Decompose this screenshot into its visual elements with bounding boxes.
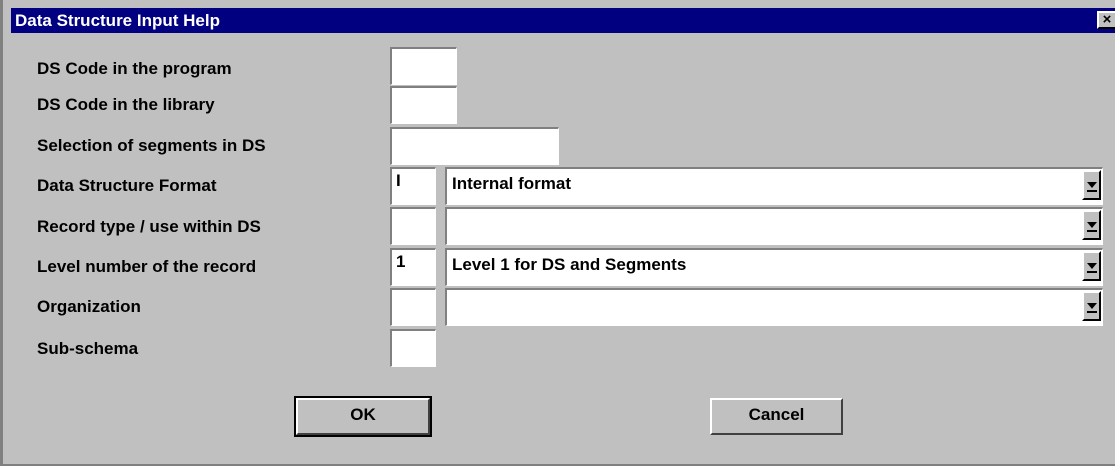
chevron-down-icon[interactable]: [1082, 210, 1101, 240]
sub-schema-label: Sub-schema: [37, 339, 139, 358]
level-number-code-input[interactable]: 1: [389, 247, 437, 287]
level-number-dropdown[interactable]: Level 1 for DS and Segments: [445, 248, 1103, 286]
chevron-down-icon[interactable]: [1082, 251, 1101, 281]
segment-selection-label: Selection of segments in DS: [37, 136, 266, 155]
chevron-down-icon[interactable]: [1082, 291, 1101, 321]
segment-selection-input[interactable]: [389, 126, 560, 166]
title-bar[interactable]: Data Structure Input Help ×: [11, 8, 1115, 33]
dialog-window: Data Structure Input Help × DS Code in t…: [0, 0, 1115, 466]
organization-dropdown[interactable]: [445, 288, 1103, 326]
organization-code-input[interactable]: [389, 287, 437, 327]
record-type-dropdown[interactable]: [445, 207, 1103, 245]
chevron-down-icon[interactable]: [1082, 170, 1101, 200]
organization-label: Organization: [37, 297, 141, 316]
ds-format-label: Data Structure Format: [37, 176, 217, 195]
level-number-selected: Level 1 for DS and Segments: [452, 255, 687, 274]
ds-format-selected: Internal format: [452, 174, 572, 193]
level-number-label: Level number of the record: [37, 257, 257, 276]
record-type-label: Record type / use within DS: [37, 217, 261, 236]
sub-schema-input[interactable]: [389, 328, 437, 368]
record-type-code-input[interactable]: [389, 206, 437, 246]
ds-format-dropdown[interactable]: Internal format: [445, 167, 1103, 205]
cancel-button[interactable]: Cancel: [710, 398, 843, 435]
window-title: Data Structure Input Help: [15, 11, 220, 30]
ds-code-program-label: DS Code in the program: [37, 59, 232, 78]
ds-code-program-input[interactable]: [389, 46, 458, 86]
ok-button[interactable]: OK: [294, 396, 432, 437]
ds-format-code-input[interactable]: I: [389, 166, 437, 206]
ds-code-library-input[interactable]: [389, 85, 458, 125]
close-icon[interactable]: ×: [1097, 11, 1115, 29]
ds-code-library-label: DS Code in the library: [37, 95, 215, 114]
